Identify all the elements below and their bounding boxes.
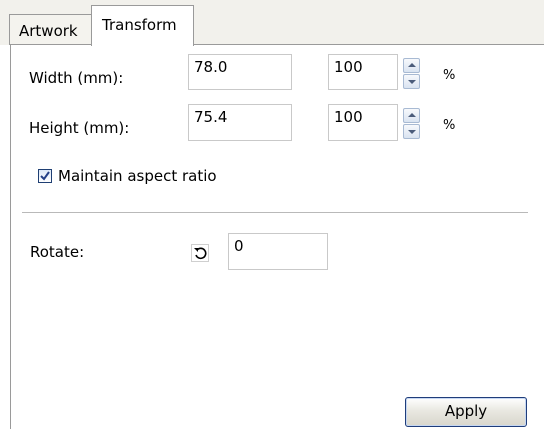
checkmark-icon	[40, 171, 50, 181]
width-percent-increment-button[interactable]	[403, 58, 420, 73]
height-percent-input[interactable]: 100	[328, 104, 398, 141]
apply-button[interactable]: Apply	[405, 397, 527, 427]
section-divider	[22, 212, 528, 214]
rotate-left-icon	[191, 244, 209, 262]
chevron-down-icon	[408, 130, 416, 134]
rotate-input[interactable]: 0	[228, 233, 328, 270]
maintain-aspect-ratio-checkbox[interactable]	[38, 169, 52, 183]
rotate-label: Rotate:	[30, 243, 85, 261]
width-percent-decrement-button[interactable]	[403, 74, 420, 89]
width-label: Width (mm):	[29, 69, 124, 87]
tab-artwork[interactable]: Artwork	[9, 14, 92, 45]
width-percent-sign: %	[443, 68, 456, 83]
width-percent-value: 100	[334, 58, 363, 76]
maintain-aspect-ratio-label[interactable]: Maintain aspect ratio	[58, 169, 217, 184]
rotate-value: 0	[234, 237, 244, 255]
height-mm-value: 75.4	[194, 108, 228, 126]
rotate-counterclockwise-glyph	[194, 247, 207, 260]
apply-button-label: Apply	[444, 402, 488, 420]
chevron-down-icon	[408, 80, 416, 84]
height-percent-spinner[interactable]	[403, 108, 420, 140]
width-mm-input[interactable]: 78.0	[188, 54, 292, 90]
height-percent-value: 100	[334, 108, 363, 126]
height-label: Height (mm):	[29, 119, 130, 137]
height-mm-input[interactable]: 75.4	[188, 104, 292, 141]
tab-artwork-label: Artwork	[19, 22, 78, 40]
height-percent-increment-button[interactable]	[403, 108, 420, 123]
chevron-up-icon	[408, 113, 416, 117]
width-percent-input[interactable]: 100	[328, 54, 398, 90]
tab-transform[interactable]: Transform	[91, 5, 194, 47]
height-percent-decrement-button[interactable]	[403, 124, 420, 139]
chevron-up-icon	[408, 63, 416, 67]
tab-bar: Artwork Transform	[0, 0, 544, 47]
width-percent-spinner[interactable]	[403, 58, 420, 90]
tab-transform-label: Transform	[102, 16, 177, 34]
width-mm-value: 78.0	[194, 58, 228, 76]
height-percent-sign: %	[443, 118, 456, 133]
